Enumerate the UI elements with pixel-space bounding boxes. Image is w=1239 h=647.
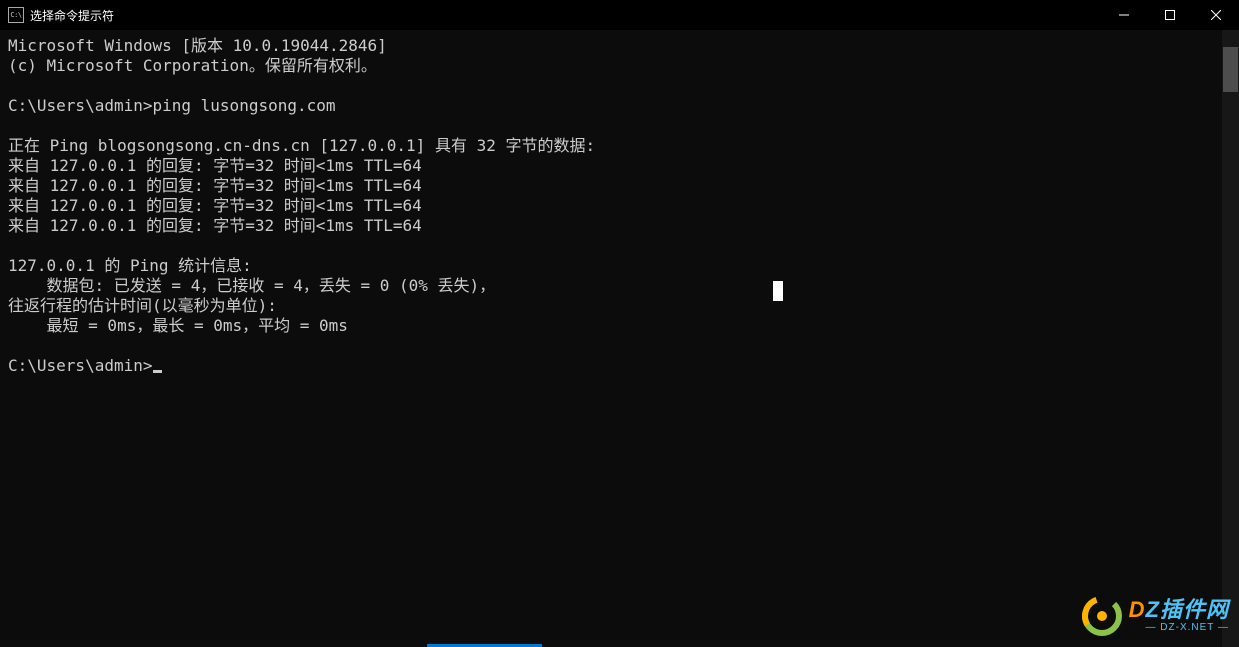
client-area: Microsoft Windows [版本 10.0.19044.2846](c…	[0, 30, 1239, 647]
terminal-line: 往返行程的估计时间(以毫秒为单位):	[8, 296, 1214, 316]
window-controls	[1101, 0, 1239, 30]
terminal-line: 数据包: 已发送 = 4，已接收 = 4，丢失 = 0 (0% 丢失)，	[8, 276, 1214, 296]
terminal-prompt[interactable]: C:\Users\admin>	[8, 356, 1214, 376]
cmd-window: C:\ 选择命令提示符 Microsoft Windows [版本 10.0.1…	[0, 0, 1239, 647]
cursor	[153, 370, 162, 373]
minimize-icon	[1119, 10, 1129, 20]
terminal-line	[8, 76, 1214, 96]
maximize-button[interactable]	[1147, 0, 1193, 30]
titlebar[interactable]: C:\ 选择命令提示符	[0, 0, 1239, 30]
scroll-thumb[interactable]	[1223, 47, 1238, 92]
terminal-line: 来自 127.0.0.1 的回复: 字节=32 时间<1ms TTL=64	[8, 196, 1214, 216]
terminal-line: 127.0.0.1 的 Ping 统计信息:	[8, 256, 1214, 276]
close-button[interactable]	[1193, 0, 1239, 30]
window-title: 选择命令提示符	[30, 7, 114, 24]
terminal-line	[8, 236, 1214, 256]
terminal-line: 来自 127.0.0.1 的回复: 字节=32 时间<1ms TTL=64	[8, 176, 1214, 196]
close-icon	[1211, 10, 1221, 20]
terminal-line: C:\Users\admin>ping lusongsong.com	[8, 96, 1214, 116]
terminal-line: 来自 127.0.0.1 的回复: 字节=32 时间<1ms TTL=64	[8, 216, 1214, 236]
minimize-button[interactable]	[1101, 0, 1147, 30]
terminal-line	[8, 336, 1214, 356]
terminal-line: 最短 = 0ms，最长 = 0ms，平均 = 0ms	[8, 316, 1214, 336]
maximize-icon	[1165, 10, 1175, 20]
terminal-line: 正在 Ping blogsongsong.cn-dns.cn [127.0.0.…	[8, 136, 1214, 156]
terminal-output[interactable]: Microsoft Windows [版本 10.0.19044.2846](c…	[0, 30, 1222, 647]
terminal-line: 来自 127.0.0.1 的回复: 字节=32 时间<1ms TTL=64	[8, 156, 1214, 176]
terminal-line: Microsoft Windows [版本 10.0.19044.2846]	[8, 36, 1214, 56]
vertical-scrollbar[interactable]	[1222, 30, 1239, 647]
terminal-line	[8, 116, 1214, 136]
cmd-icon: C:\	[8, 7, 24, 23]
selection-block	[773, 281, 783, 301]
terminal-line: (c) Microsoft Corporation。保留所有权利。	[8, 56, 1214, 76]
